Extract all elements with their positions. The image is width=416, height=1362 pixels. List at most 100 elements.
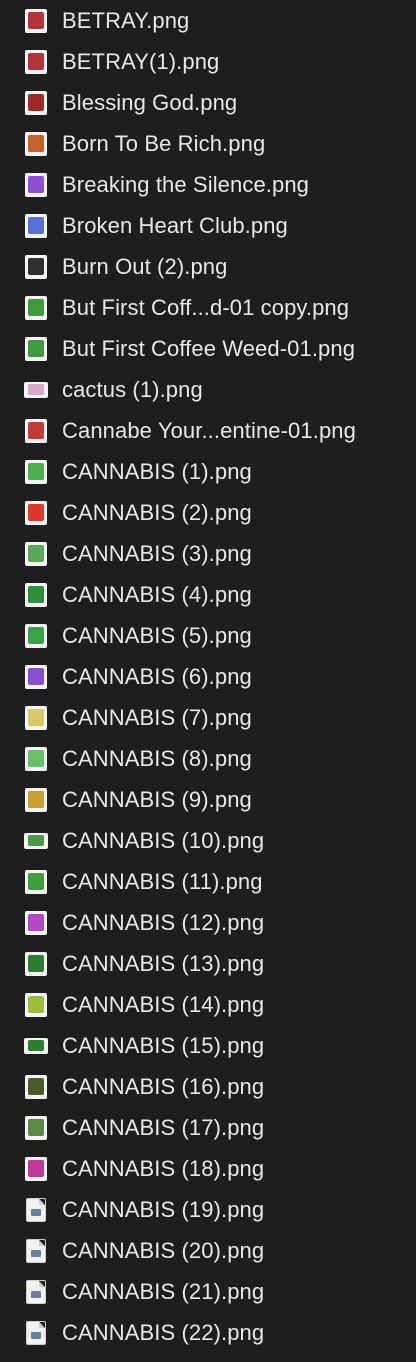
- file-name: CANNABIS (13).png: [62, 951, 265, 976]
- file-name: CANNABIS (1).png: [62, 459, 252, 484]
- black-car-thumbnail-icon: [25, 254, 47, 279]
- file-name: Broken Heart Club.png: [62, 213, 288, 238]
- green-leaf-thumbnail-icon: [25, 623, 47, 648]
- green-leaf-thumbnail-icon: [25, 541, 47, 566]
- file-row[interactable]: CANNABIS (2).png: [0, 492, 416, 533]
- file-row[interactable]: CANNABIS (13).png: [0, 943, 416, 984]
- file-row[interactable]: CANNABIS (3).png: [0, 533, 416, 574]
- file-row[interactable]: CANNABIS (11).png: [0, 861, 416, 902]
- file-name: CANNABIS (12).png: [62, 910, 265, 935]
- yellow-leaf-thumbnail-icon: [25, 705, 47, 730]
- file-name: Breaking the Silence.png: [62, 172, 310, 197]
- file-name: CANNABIS (21).png: [62, 1279, 265, 1304]
- file-row[interactable]: Born To Be Rich.png: [0, 123, 416, 164]
- file-row[interactable]: CANNABIS (17).png: [0, 1107, 416, 1148]
- file-row[interactable]: BETRAY(1).png: [0, 41, 416, 82]
- purple-art-thumbnail-icon: [25, 172, 47, 197]
- file-row[interactable]: But First Coff...d-01 copy.png: [0, 287, 416, 328]
- file-name: CANNABIS (18).png: [62, 1156, 265, 1181]
- image-file-icon: [26, 1279, 46, 1304]
- file-row[interactable]: CANNABIS (7).png: [0, 697, 416, 738]
- dark-leaf-thumbnail-icon: [25, 1074, 47, 1099]
- file-row[interactable]: CANNABIS (16).png: [0, 1066, 416, 1107]
- file-name: CANNABIS (5).png: [62, 623, 252, 648]
- 420-text-thumbnail-icon: [24, 1037, 48, 1054]
- file-row[interactable]: CANNABIS (8).png: [0, 738, 416, 779]
- green-leaf-thumbnail-icon: [25, 336, 47, 361]
- green-leaf-thumbnail-icon: [25, 746, 47, 771]
- file-name: CANNABIS (16).png: [62, 1074, 265, 1099]
- red-figure-thumbnail-icon: [25, 8, 47, 33]
- yellow-leaf-thumbnail-icon: [25, 992, 47, 1017]
- file-row[interactable]: But First Coffee Weed-01.png: [0, 328, 416, 369]
- file-name: CANNABIS (11).png: [62, 869, 263, 894]
- orange-figure-thumbnail-icon: [25, 131, 47, 156]
- file-name: But First Coffee Weed-01.png: [62, 336, 356, 361]
- file-row[interactable]: CANNABIS (19).png: [0, 1189, 416, 1230]
- file-row[interactable]: CANNABIS (20).png: [0, 1230, 416, 1271]
- file-name: CANNABIS (22).png: [62, 1320, 265, 1345]
- red-text-thumbnail-icon: [25, 418, 47, 443]
- image-file-icon: [26, 1320, 46, 1345]
- colorful-skull-thumbnail-icon: [25, 1156, 47, 1181]
- file-row[interactable]: CANNABIS (14).png: [0, 984, 416, 1025]
- file-name: CANNABIS (14).png: [62, 992, 265, 1017]
- file-row[interactable]: CANNABIS (9).png: [0, 779, 416, 820]
- file-name: Burn Out (2).png: [62, 254, 228, 279]
- image-file-icon: [26, 1197, 46, 1222]
- blue-pattern-thumbnail-icon: [25, 213, 47, 238]
- file-name: But First Coff...d-01 copy.png: [62, 295, 350, 320]
- file-name: CANNABIS (6).png: [62, 664, 252, 689]
- green-leaf-thumbnail-icon: [25, 295, 47, 320]
- file-row[interactable]: Cannabe Your...entine-01.png: [0, 410, 416, 451]
- file-name: CANNABIS (10).png: [62, 828, 265, 853]
- file-row[interactable]: CANNABIS (4).png: [0, 574, 416, 615]
- file-name: Blessing God.png: [62, 90, 238, 115]
- file-row[interactable]: CANNABIS (10).png: [0, 820, 416, 861]
- green-leaf-thumbnail-icon: [25, 582, 47, 607]
- red-figure-thumbnail-icon: [25, 49, 47, 74]
- file-name: BETRAY(1).png: [62, 49, 220, 74]
- file-row[interactable]: CANNABIS (6).png: [0, 656, 416, 697]
- file-name: CANNABIS (8).png: [62, 746, 252, 771]
- file-row[interactable]: Breaking the Silence.png: [0, 164, 416, 205]
- file-row[interactable]: cactus (1).png: [0, 369, 416, 410]
- file-name: CANNABIS (19).png: [62, 1197, 265, 1222]
- rainbow-leaf-thumbnail-icon: [25, 459, 47, 484]
- image-file-icon: [26, 1238, 46, 1263]
- file-name: CANNABIS (3).png: [62, 541, 252, 566]
- green-banner-thumbnail-icon: [24, 832, 48, 849]
- file-name: CANNABIS (2).png: [62, 500, 252, 525]
- 420-text-thumbnail-icon: [25, 787, 47, 812]
- file-list: BETRAY.png BETRAY(1).png Blessing God.pn…: [0, 0, 416, 1362]
- file-row[interactable]: CANNABIS (5).png: [0, 615, 416, 656]
- file-name: CANNABIS (4).png: [62, 582, 252, 607]
- file-row[interactable]: CANNABIS (12).png: [0, 902, 416, 943]
- file-row[interactable]: Blessing God.png: [0, 82, 416, 123]
- red-figure-thumbnail-icon: [25, 90, 47, 115]
- file-name: Born To Be Rich.png: [62, 131, 266, 156]
- file-row[interactable]: Burn Out (2).png: [0, 246, 416, 287]
- file-name: Cannabe Your...entine-01.png: [62, 418, 356, 443]
- rainbow-leaf-thumbnail-icon: [25, 664, 47, 689]
- file-row[interactable]: CANNABIS (15).png: [0, 1025, 416, 1066]
- green-wreath-thumbnail-icon: [25, 951, 47, 976]
- file-name: CANNABIS (9).png: [62, 787, 252, 812]
- file-name: CANNABIS (7).png: [62, 705, 252, 730]
- green-leaf-thumbnail-icon: [25, 869, 47, 894]
- rasta-circle-thumbnail-icon: [25, 500, 47, 525]
- file-name: CANNABIS (20).png: [62, 1238, 265, 1263]
- file-name: BETRAY.png: [62, 8, 190, 33]
- pink-outline-thumbnail-icon: [24, 381, 48, 398]
- file-name: CANNABIS (17).png: [62, 1115, 265, 1140]
- green-skull-thumbnail-icon: [25, 1115, 47, 1140]
- file-row[interactable]: BETRAY.png: [0, 0, 416, 41]
- file-name: cactus (1).png: [62, 377, 203, 402]
- file-row[interactable]: CANNABIS (1).png: [0, 451, 416, 492]
- file-row[interactable]: CANNABIS (21).png: [0, 1271, 416, 1312]
- purple-leaf-thumbnail-icon: [25, 910, 47, 935]
- file-row[interactable]: CANNABIS (22).png: [0, 1312, 416, 1353]
- file-row[interactable]: CANNABIS (18).png: [0, 1148, 416, 1189]
- file-name: CANNABIS (15).png: [62, 1033, 265, 1058]
- file-row[interactable]: Broken Heart Club.png: [0, 205, 416, 246]
